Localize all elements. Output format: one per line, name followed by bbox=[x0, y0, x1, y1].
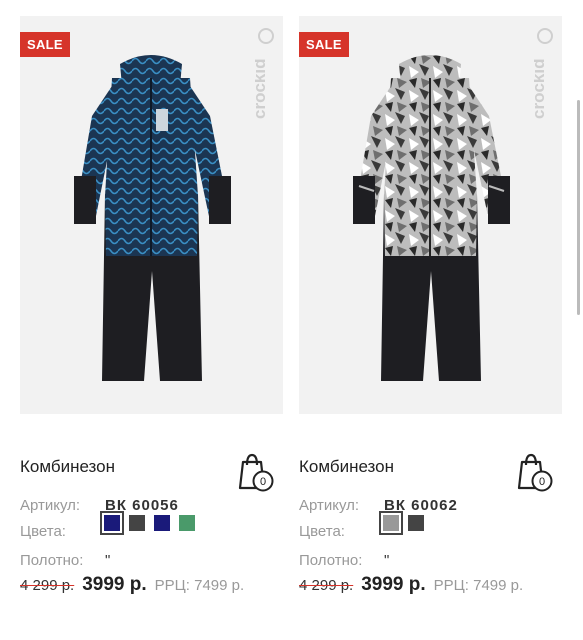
fabric-label: Полотно: bbox=[20, 552, 84, 569]
product-card[interactable]: SALE crockid Комбинезон 0 Артикул: ВК 60… bbox=[299, 16, 562, 595]
recommended-price: РРЦ: 7499 р. bbox=[433, 577, 524, 594]
article-value: ВК 60062 bbox=[384, 497, 458, 514]
scrollbar[interactable] bbox=[577, 100, 580, 315]
current-price: 3999 р. bbox=[82, 574, 147, 595]
current-price: 3999 р. bbox=[361, 574, 426, 595]
add-to-cart-button[interactable]: 0 bbox=[237, 452, 275, 492]
color-swatch-navy[interactable] bbox=[100, 511, 124, 535]
brand-logo: crockid bbox=[255, 24, 275, 124]
color-swatch-navy[interactable] bbox=[154, 515, 170, 531]
fabric-label: Полотно: bbox=[299, 552, 363, 569]
snowsuit-image-gray bbox=[353, 55, 510, 381]
product-title[interactable]: Комбинезон bbox=[299, 457, 394, 477]
old-price: 4 299 р. bbox=[20, 577, 75, 594]
old-price: 4 299 р. bbox=[299, 577, 354, 594]
product-image[interactable]: SALE crockid bbox=[299, 16, 562, 414]
colors-label: Цвета: bbox=[299, 523, 345, 540]
article-value: ВК 60056 bbox=[105, 497, 179, 514]
sale-badge: SALE bbox=[20, 32, 70, 57]
color-swatch-dark-gray[interactable] bbox=[408, 515, 424, 531]
product-card[interactable]: SALE crockid Комбинезон 0 Артикул: ВК 60… bbox=[20, 16, 283, 595]
price-row: 4 299 р. 3999 р. РРЦ: 7499 р. bbox=[20, 574, 244, 596]
article-label: Артикул: bbox=[20, 497, 81, 514]
recommended-price: РРЦ: 7499 р. bbox=[154, 577, 245, 594]
color-swatches bbox=[100, 511, 195, 535]
snowsuit-image-blue bbox=[74, 55, 231, 381]
add-to-cart-button[interactable]: 0 bbox=[516, 452, 554, 492]
shopping-bag-icon: 0 bbox=[238, 453, 274, 492]
colors-label: Цвета: bbox=[20, 523, 66, 540]
article-label: Артикул: bbox=[299, 497, 360, 514]
svg-text:crockid: crockid bbox=[255, 59, 269, 119]
color-swatch-gray[interactable] bbox=[379, 511, 403, 535]
svg-text:crockid: crockid bbox=[534, 59, 548, 119]
cart-count: 0 bbox=[539, 476, 545, 488]
color-swatches bbox=[379, 511, 424, 535]
product-title[interactable]: Комбинезон bbox=[20, 457, 115, 477]
price-row: 4 299 р. 3999 р. РРЦ: 7499 р. bbox=[299, 574, 523, 596]
sale-badge: SALE bbox=[299, 32, 349, 57]
cart-count: 0 bbox=[260, 476, 266, 488]
color-swatch-dark-gray[interactable] bbox=[129, 515, 145, 531]
color-swatch-green[interactable] bbox=[179, 515, 195, 531]
fabric-value: " bbox=[384, 552, 390, 569]
product-image[interactable]: SALE crockid bbox=[20, 16, 283, 414]
brand-logo: crockid bbox=[534, 24, 554, 124]
shopping-bag-icon: 0 bbox=[517, 453, 553, 492]
fabric-value: " bbox=[105, 552, 111, 569]
